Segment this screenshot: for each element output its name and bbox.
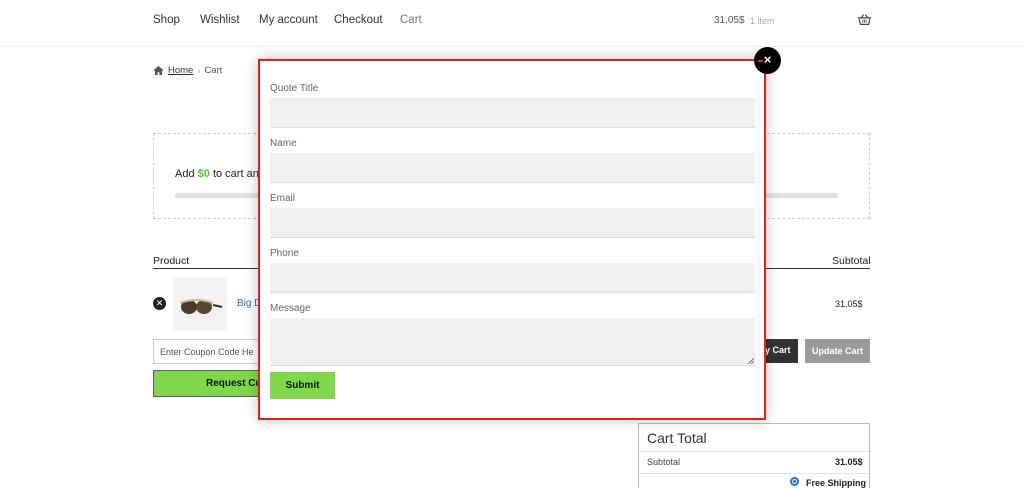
free-shipping-label: Free Shipping xyxy=(806,478,867,488)
update-cart-button[interactable]: Update Cart xyxy=(805,339,870,363)
remove-item-icon[interactable]: ✕ xyxy=(153,297,166,310)
totals-subtotal-value: 31.05$ xyxy=(835,457,863,467)
header-cart-total[interactable]: 31.05$ xyxy=(714,15,745,26)
nav-cart[interactable]: Cart xyxy=(400,14,422,26)
name-input[interactable] xyxy=(270,153,755,183)
email-label: Email xyxy=(270,193,296,204)
close-icon: × xyxy=(763,52,772,67)
resize-handle-icon[interactable] xyxy=(747,357,754,364)
totals-divider xyxy=(639,451,869,452)
totals-subtotal-label: Subtotal xyxy=(647,457,681,467)
sunglasses-icon xyxy=(179,299,223,314)
basket-icon[interactable] xyxy=(858,13,871,26)
breadcrumb-separator: › xyxy=(197,65,201,76)
cart-totals-title: Cart Total xyxy=(647,430,707,446)
nav-my-account[interactable]: My account xyxy=(259,14,318,26)
breadcrumb-home[interactable]: Home xyxy=(168,65,193,76)
submit-button[interactable]: Submit xyxy=(270,372,335,399)
top-navigation: Shop Wishlist My account Checkout Cart 3… xyxy=(0,0,1024,47)
nav-checkout[interactable]: Checkout xyxy=(334,14,383,26)
phone-input[interactable] xyxy=(270,263,755,293)
name-label: Name xyxy=(270,138,297,149)
row-subtotal: 31.05$ xyxy=(835,299,863,309)
breadcrumb: Home › Cart xyxy=(153,65,222,76)
header-cart-count[interactable]: 1 item xyxy=(750,16,775,26)
message-label: Message xyxy=(270,303,311,314)
quote-request-modal: Quote Title Name Email Phone Message Sub… xyxy=(258,59,766,420)
home-icon xyxy=(153,66,164,75)
quote-title-input[interactable] xyxy=(270,98,755,128)
message-textarea[interactable] xyxy=(270,318,755,366)
product-column-header: Product xyxy=(153,255,190,267)
quote-title-label: Quote Title xyxy=(270,83,319,94)
free-shipping-radio[interactable] xyxy=(790,477,799,486)
close-modal-button[interactable]: × xyxy=(754,47,781,74)
cart-totals: Cart Total Subtotal 31.05$ Free Shipping xyxy=(638,423,870,488)
nav-wishlist[interactable]: Wishlist xyxy=(200,14,240,26)
notice-amount: $0 xyxy=(197,168,210,180)
phone-label: Phone xyxy=(270,248,299,259)
coupon-input[interactable]: Enter Coupon Code He xyxy=(153,339,263,364)
notice-text: Add $0 to cart an xyxy=(175,168,259,180)
request-quote-button[interactable]: Request Cu xyxy=(153,370,263,397)
nav-shop[interactable]: Shop xyxy=(153,14,180,26)
totals-divider-2 xyxy=(639,473,869,474)
breadcrumb-current: Cart xyxy=(204,65,223,76)
subtotal-column-header: Subtotal xyxy=(832,255,871,267)
email-input[interactable] xyxy=(270,208,755,238)
cart-page: Shop Wishlist My account Checkout Cart 3… xyxy=(0,0,1024,488)
product-thumbnail[interactable] xyxy=(173,277,227,331)
